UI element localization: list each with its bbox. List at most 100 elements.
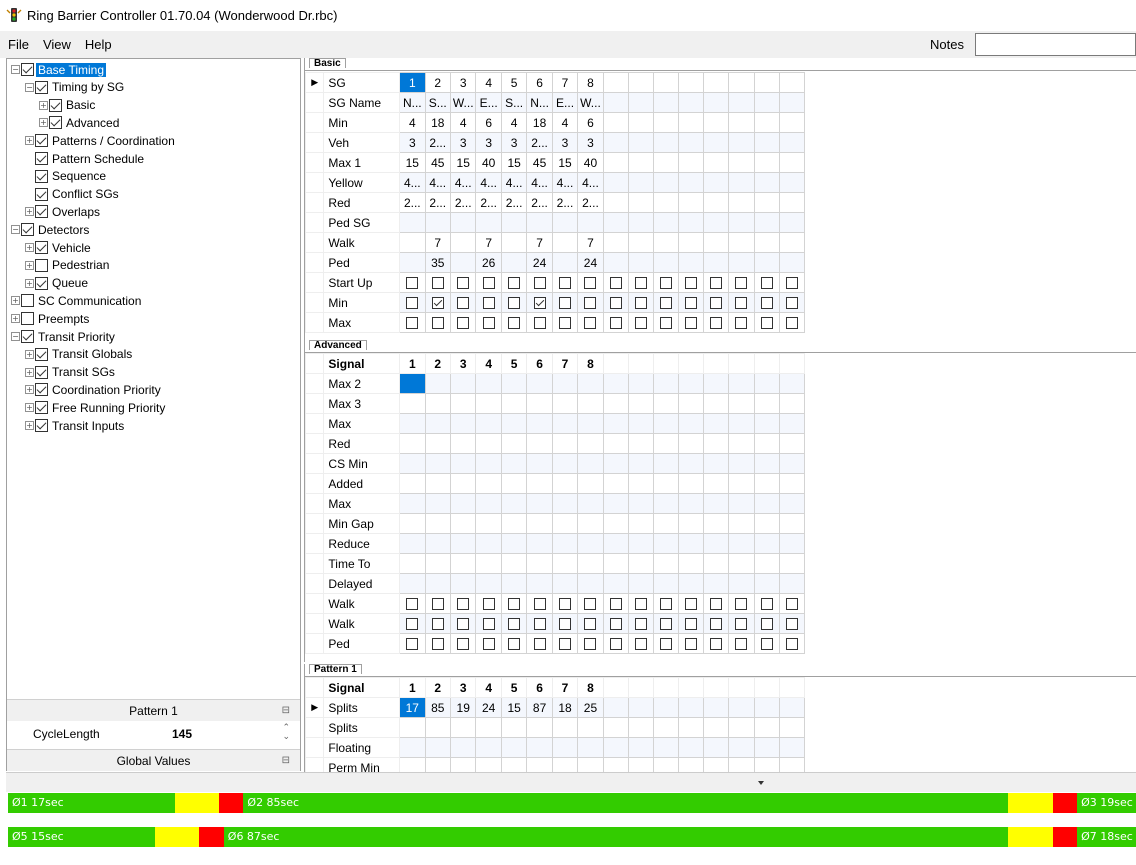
grid-cell[interactable] bbox=[728, 373, 755, 394]
grid-cell[interactable] bbox=[500, 453, 528, 474]
grid-cell[interactable] bbox=[778, 192, 806, 213]
grid-cell[interactable] bbox=[652, 112, 680, 133]
grid-checkbox[interactable] bbox=[634, 618, 647, 631]
tree-node-transit-sgs[interactable]: + Transit SGs bbox=[25, 364, 117, 381]
grid-cell[interactable] bbox=[652, 393, 680, 414]
grid-cell[interactable] bbox=[475, 717, 502, 738]
grid-cell[interactable] bbox=[551, 613, 579, 634]
grid-cell[interactable] bbox=[627, 92, 654, 113]
grid-cell[interactable] bbox=[602, 433, 629, 454]
collapse-icon[interactable]: ⊟ bbox=[282, 700, 290, 722]
tree-node-basic[interactable]: + Basic bbox=[39, 97, 97, 114]
grid-cell[interactable] bbox=[602, 717, 629, 738]
grid-cell[interactable] bbox=[778, 553, 806, 574]
grid-cell[interactable] bbox=[424, 373, 451, 394]
grid-cell[interactable] bbox=[551, 312, 579, 333]
grid-cell[interactable] bbox=[577, 737, 604, 758]
grid-cell[interactable] bbox=[551, 212, 579, 233]
grid-cell[interactable] bbox=[500, 553, 528, 574]
collapse-icon[interactable]: − bbox=[11, 332, 20, 341]
grid-cell[interactable] bbox=[577, 493, 604, 514]
grid-checkbox[interactable] bbox=[431, 618, 444, 631]
grid-checkbox[interactable] bbox=[760, 618, 773, 631]
grid-checkbox[interactable] bbox=[559, 598, 572, 611]
grid-cell[interactable] bbox=[678, 493, 705, 514]
grid-cell[interactable]: W... bbox=[577, 92, 604, 113]
grid-cell[interactable]: 15 bbox=[399, 152, 426, 173]
grid-checkbox[interactable] bbox=[634, 297, 647, 310]
grid-cell[interactable] bbox=[753, 272, 780, 293]
basic-tab[interactable]: Basic bbox=[309, 58, 346, 68]
expand-icon[interactable]: + bbox=[25, 136, 34, 146]
grid-cell[interactable]: 6 bbox=[577, 112, 604, 133]
grid-cell[interactable] bbox=[728, 613, 755, 634]
grid-cell[interactable] bbox=[627, 433, 654, 454]
grid-cell[interactable] bbox=[678, 573, 705, 594]
grid-cell[interactable]: W... bbox=[449, 92, 477, 113]
grid-cell[interactable] bbox=[652, 172, 680, 193]
grid-cell[interactable] bbox=[424, 493, 451, 514]
grid-cell[interactable] bbox=[475, 737, 502, 758]
grid-cell[interactable] bbox=[678, 172, 705, 193]
expand-icon[interactable]: + bbox=[25, 349, 34, 359]
grid-cell[interactable] bbox=[753, 172, 780, 193]
grid-checkbox[interactable] bbox=[457, 638, 470, 651]
grid-cell[interactable] bbox=[678, 212, 705, 233]
grid-cell[interactable] bbox=[551, 757, 579, 772]
grid-cell[interactable] bbox=[753, 473, 780, 494]
grid-cell[interactable] bbox=[678, 613, 705, 634]
grid-cell[interactable] bbox=[424, 292, 451, 313]
tree-checkbox[interactable] bbox=[35, 419, 48, 432]
grid-cell[interactable] bbox=[449, 757, 477, 772]
grid-checkbox[interactable] bbox=[735, 297, 748, 310]
grid-cell[interactable] bbox=[526, 473, 553, 494]
expand-icon[interactable]: + bbox=[25, 403, 34, 413]
grid-cell[interactable] bbox=[778, 232, 806, 253]
grid-cell[interactable] bbox=[728, 573, 755, 594]
grid-cell[interactable] bbox=[526, 593, 553, 614]
grid-cell[interactable] bbox=[602, 72, 629, 93]
grid-cell[interactable] bbox=[602, 393, 629, 414]
grid-cell[interactable] bbox=[703, 272, 730, 293]
tree-node-patterns-coordination[interactable]: + Patterns / Coordination bbox=[25, 132, 177, 149]
grid-checkbox[interactable] bbox=[634, 317, 647, 330]
grid-cell[interactable] bbox=[602, 373, 629, 394]
grid-cell[interactable] bbox=[753, 212, 780, 233]
grid-checkbox[interactable] bbox=[634, 598, 647, 611]
grid-checkbox[interactable] bbox=[609, 317, 622, 330]
grid-cell[interactable] bbox=[449, 393, 477, 414]
grid-cell[interactable] bbox=[399, 717, 426, 738]
grid-cell[interactable] bbox=[602, 453, 629, 474]
grid-cell[interactable] bbox=[778, 212, 806, 233]
grid-cell[interactable] bbox=[526, 312, 553, 333]
grid-cell[interactable] bbox=[551, 717, 579, 738]
grid-checkbox[interactable] bbox=[406, 638, 419, 651]
grid-cell[interactable] bbox=[424, 433, 451, 454]
grid-cell[interactable] bbox=[449, 737, 477, 758]
grid-cell[interactable] bbox=[475, 373, 502, 394]
grid-cell[interactable] bbox=[399, 593, 426, 614]
grid-cell[interactable] bbox=[778, 573, 806, 594]
grid-cell[interactable] bbox=[778, 697, 806, 718]
grid-cell[interactable] bbox=[551, 493, 579, 514]
grid-cell[interactable] bbox=[526, 573, 553, 594]
grid-cell[interactable] bbox=[475, 312, 502, 333]
grid-cell[interactable] bbox=[475, 757, 502, 772]
grid-cell[interactable] bbox=[678, 413, 705, 434]
grid-checkbox[interactable] bbox=[559, 638, 572, 651]
grid-cell[interactable] bbox=[551, 272, 579, 293]
grid-cell[interactable] bbox=[500, 393, 528, 414]
grid-cell[interactable] bbox=[728, 413, 755, 434]
grid-cell[interactable] bbox=[753, 573, 780, 594]
grid-checkbox[interactable] bbox=[785, 618, 798, 631]
grid-checkbox[interactable] bbox=[457, 317, 470, 330]
expand-icon[interactable]: + bbox=[25, 260, 34, 270]
grid-cell[interactable]: 18 bbox=[526, 112, 553, 133]
grid-cell[interactable] bbox=[449, 373, 477, 394]
grid-cell[interactable] bbox=[551, 633, 579, 654]
grid-cell[interactable]: S... bbox=[424, 92, 451, 113]
grid-cell[interactable]: 3 bbox=[500, 132, 528, 153]
grid-cell[interactable] bbox=[602, 473, 629, 494]
grid-cell[interactable] bbox=[627, 473, 654, 494]
grid-cell[interactable] bbox=[424, 272, 451, 293]
